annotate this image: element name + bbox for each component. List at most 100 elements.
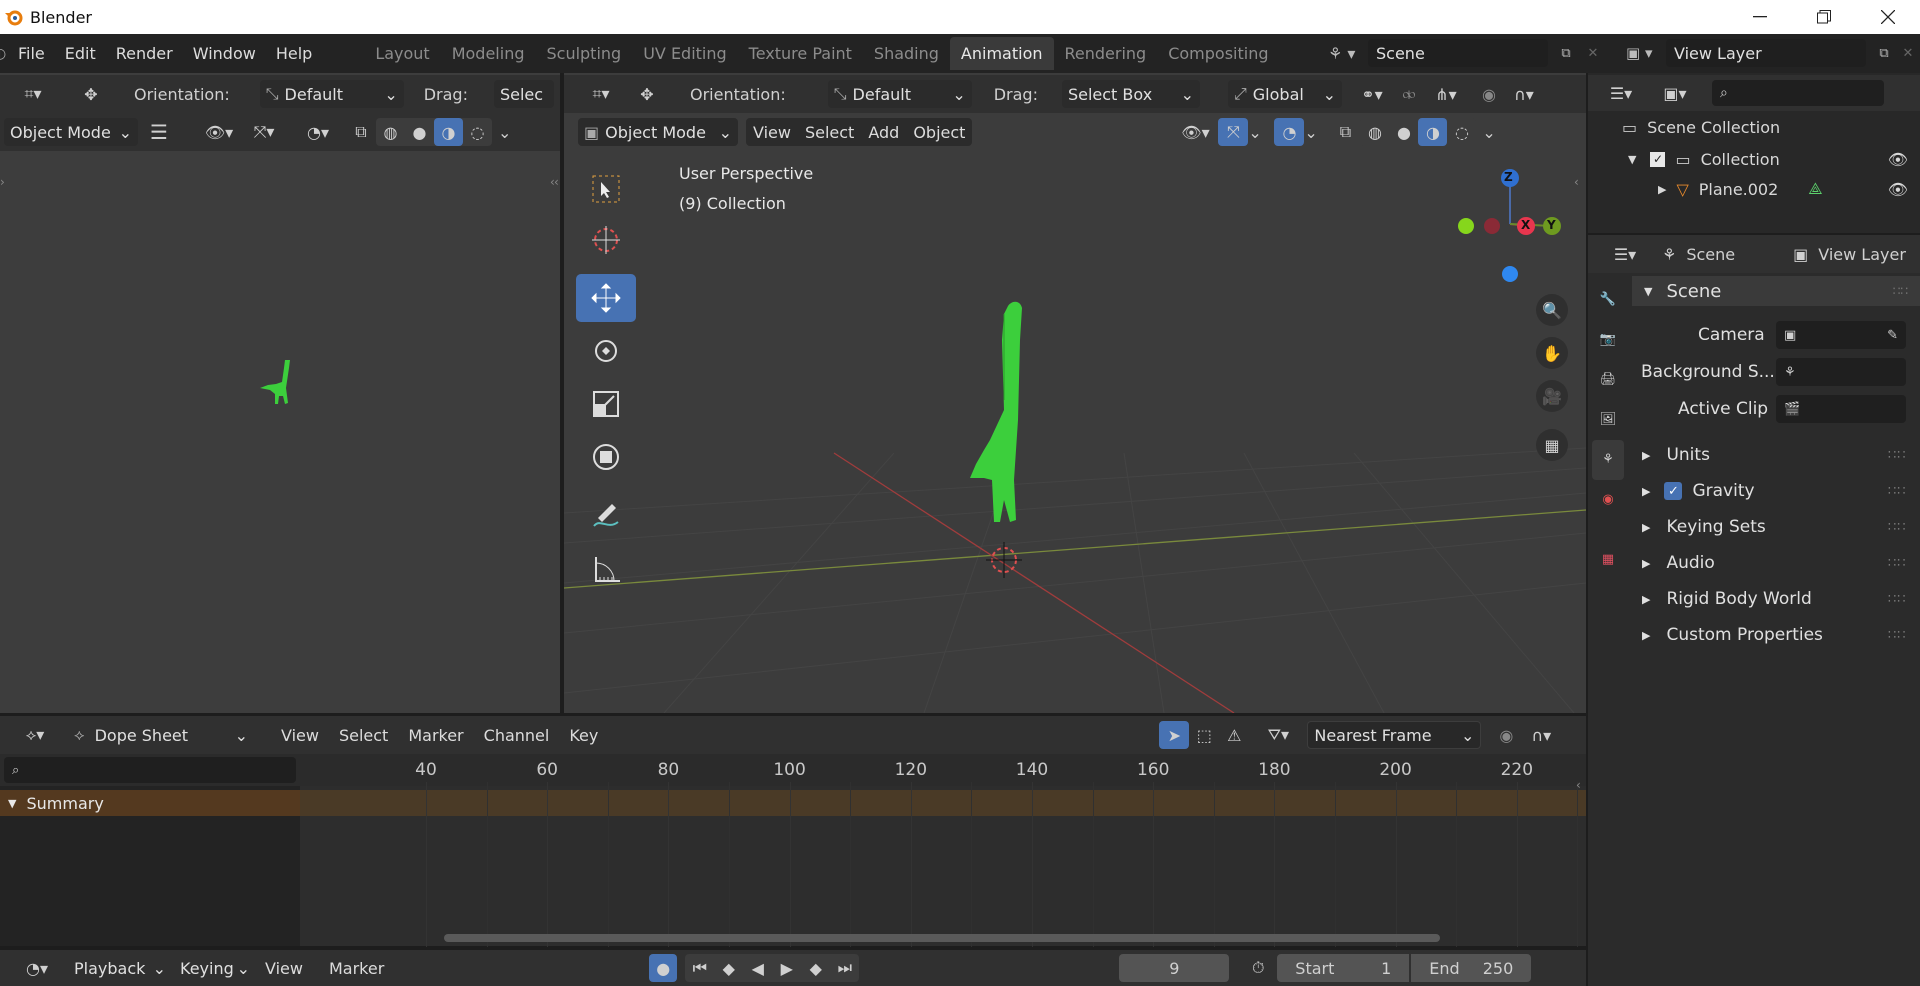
menu-window[interactable]: Window [183, 44, 266, 63]
transform-orientation-dropdown[interactable]: ⤢ Global ⌄ [1227, 80, 1342, 108]
transform-pivot-icon[interactable]: ⌗▾ [10, 80, 56, 108]
collection-eye-icon[interactable]: 👁 [1888, 150, 1908, 169]
drag-handle-icon[interactable]: ∷∷ [1893, 284, 1908, 298]
select-box-tool[interactable] [576, 165, 636, 213]
active-clip-field[interactable]: 🎬 [1776, 395, 1906, 423]
units-panel[interactable]: ▶ Units ∷∷ [1628, 439, 1906, 471]
shading-options-icon[interactable]: ⌄ [1482, 123, 1495, 142]
minimize-button[interactable] [1728, 0, 1792, 34]
orientation-dropdown[interactable]: ⤡ Default ⌄ [827, 80, 972, 108]
camera-view-icon[interactable]: 🎥 [1536, 380, 1568, 412]
keying-sets-panel[interactable]: ▶ Keying Sets ∷∷ [1628, 511, 1906, 543]
display-mode-icon[interactable]: ▣▾ [1652, 79, 1698, 107]
wireframe-shading-icon[interactable]: ◍ [376, 118, 405, 146]
gravity-panel[interactable]: ▶ ✓ Gravity ∷∷ [1628, 475, 1906, 507]
move-tool[interactable] [576, 274, 636, 322]
dopesheet-mode-dropdown[interactable]: ⟡ Dope Sheet ⌄ [68, 721, 254, 749]
view-layer-icon[interactable]: ▣ ▾ [1626, 44, 1666, 62]
new-scene-icon[interactable]: ⧉ [1552, 46, 1580, 61]
collection-checkbox[interactable]: ✓ [1650, 151, 1666, 167]
tab-modeling[interactable]: Modeling [441, 37, 536, 70]
eyedropper-icon[interactable]: ✎ [1887, 328, 1898, 343]
view-layer-selector[interactable]: View Layer [1666, 39, 1866, 67]
pivot-point-icon[interactable]: ⚭▾ [1350, 80, 1394, 108]
xray-icon[interactable]: ⧉ [1330, 118, 1360, 146]
drag-dropdown[interactable]: Selec [493, 80, 554, 108]
scene-selector[interactable]: Scene [1368, 39, 1548, 67]
play-icon[interactable]: ▶ [772, 954, 801, 982]
move-gizmo-icon[interactable]: ✥ [76, 80, 106, 108]
menu-select[interactable]: Select [798, 118, 861, 146]
expand-arrow-icon[interactable]: ▶ [1658, 183, 1666, 196]
audio-panel[interactable]: ▶ Audio ∷∷ [1628, 547, 1906, 579]
jump-end-icon[interactable]: ⏭ [830, 954, 859, 982]
menu-render[interactable]: Render [106, 44, 183, 63]
remove-scene-icon[interactable]: ✕ [1580, 46, 1606, 61]
restore-button[interactable] [1792, 0, 1856, 34]
scene-panel-header[interactable]: ▼ Scene ∷∷ [1632, 276, 1920, 306]
transform-tool[interactable] [576, 433, 636, 481]
errors-icon[interactable]: ⚠ [1219, 721, 1249, 749]
menu-file[interactable]: File [8, 44, 55, 63]
annotate-tool[interactable] [576, 492, 636, 540]
editor-icon[interactable]: ◐ [0, 46, 8, 62]
drag-dropdown[interactable]: Select Box ⌄ [1061, 80, 1200, 108]
world-tab-icon[interactable]: ◉ [1602, 480, 1613, 520]
tab-shading[interactable]: Shading [863, 37, 950, 70]
camera-field[interactable]: ▣ ✎ [1776, 321, 1906, 349]
overlay-icon[interactable]: ◔▾ [296, 118, 340, 146]
background-scene-field[interactable]: ⚘ [1776, 358, 1906, 386]
prev-keyframe-icon[interactable]: ◆ [714, 954, 743, 982]
overlay-icon[interactable]: ◔ [1274, 118, 1305, 146]
rendered-shading-icon[interactable]: ◌ [463, 118, 492, 146]
channel-search-input[interactable]: ⌕ [4, 757, 296, 783]
timeline-editor-icon[interactable]: ◔▾ [14, 954, 60, 982]
menu-channel[interactable]: Channel [477, 721, 557, 749]
rendered-shading-icon[interactable]: ◌ [1447, 118, 1476, 146]
rigid-body-world-panel[interactable]: ▶ Rigid Body World ∷∷ [1628, 583, 1906, 615]
solid-shading-icon[interactable]: ● [405, 118, 434, 146]
orientation-dropdown[interactable]: ⤡ Default ⌄ [259, 80, 404, 108]
falloff-icon[interactable]: ∩▾ [1521, 721, 1561, 749]
remove-view-layer-icon[interactable]: ✕ [1898, 46, 1918, 61]
drag-handle-icon[interactable]: ∷∷ [1888, 592, 1907, 607]
outliner-collection-row[interactable]: ▼ ✓ ▭ Collection 👁 [1622, 147, 1920, 171]
custom-properties-panel[interactable]: ▶ Custom Properties ∷∷ [1628, 619, 1906, 651]
show-hidden-icon[interactable]: ⬚ [1189, 721, 1219, 749]
menu-help[interactable]: Help [266, 44, 322, 63]
output-tab-icon[interactable]: 🖨 [1600, 360, 1617, 400]
measure-tool[interactable] [576, 545, 636, 593]
left-sidebar-toggle[interactable]: › [0, 175, 5, 189]
new-view-layer-icon[interactable]: ⧉ [1870, 46, 1898, 61]
viewport-toolbar-toggle[interactable]: ‹ [554, 175, 559, 189]
tab-texture-paint[interactable]: Texture Paint [738, 37, 863, 70]
object-mode-dropdown[interactable]: Object Mode ⌄ [4, 118, 138, 146]
menu-object[interactable]: Object [906, 118, 972, 146]
gizmo-options-icon[interactable]: ⌄ [1248, 123, 1268, 142]
zoom-icon[interactable]: 🔍 [1536, 294, 1568, 326]
solid-shading-icon[interactable]: ● [1389, 118, 1418, 146]
menu-select[interactable]: Select [332, 721, 395, 749]
object-eye-icon[interactable]: 👁 [1888, 180, 1908, 199]
playback-menu[interactable]: Playback ⌄ [68, 954, 172, 982]
close-window-button[interactable] [1856, 0, 1920, 34]
menu-view[interactable]: View [274, 721, 326, 749]
rotate-tool[interactable] [576, 327, 636, 375]
gizmo-icon[interactable]: ⤧▾ [242, 118, 286, 146]
outliner-object-row[interactable]: ▶ ▽ Plane.002 ⟁ 👁 [1622, 177, 1920, 201]
menu-view[interactable]: View [746, 118, 798, 146]
tab-uv-editing[interactable]: UV Editing [632, 37, 737, 70]
transform-pivot-icon[interactable]: ⌗▾ [578, 80, 624, 108]
tab-compositing[interactable]: Compositing [1157, 37, 1279, 70]
auto-keying-icon[interactable]: ● [649, 954, 678, 982]
snap-target-icon[interactable]: ⋔▾ [1424, 80, 1468, 108]
wireframe-shading-icon[interactable]: ◍ [1360, 118, 1389, 146]
falloff-icon[interactable]: ∩▾ [1504, 80, 1544, 108]
outliner-root[interactable]: ▭ Scene Collection [1622, 118, 1780, 137]
horizontal-scrollbar[interactable] [444, 934, 1440, 942]
menu-add[interactable]: Add [861, 118, 906, 146]
material-shading-icon[interactable]: ◑ [1418, 118, 1448, 146]
drag-handle-icon[interactable]: ∷∷ [1888, 628, 1907, 643]
pan-hand-icon[interactable]: ✋ [1536, 337, 1568, 369]
preview-range-icon[interactable]: ⏱ [1243, 954, 1273, 982]
